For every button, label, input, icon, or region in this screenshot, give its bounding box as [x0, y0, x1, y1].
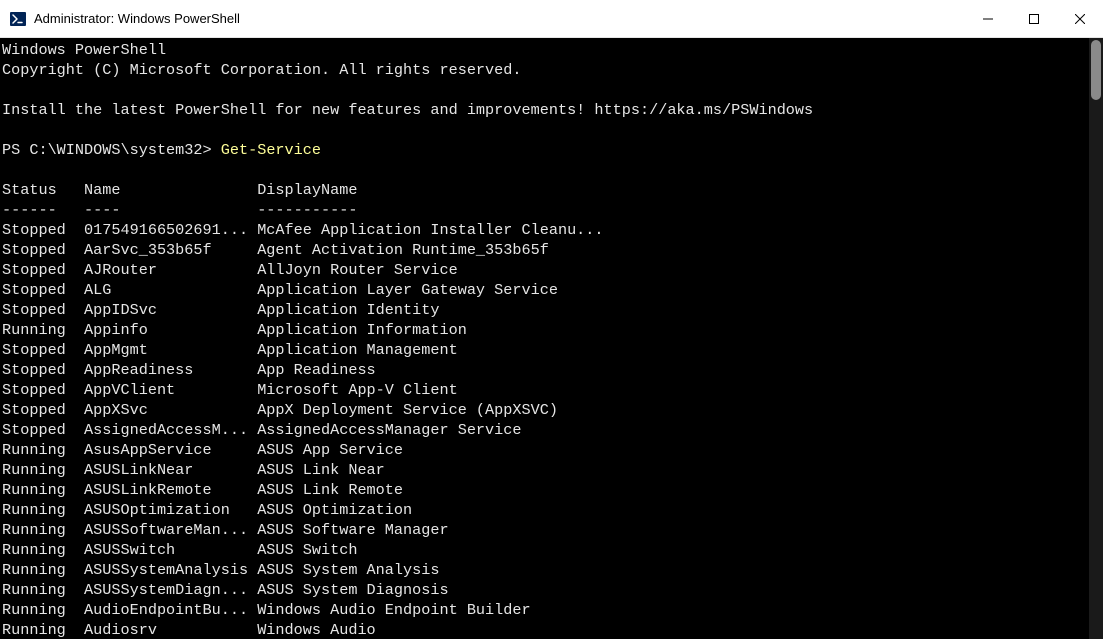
- terminal-line: Stopped AJRouter AllJoyn Router Service: [2, 260, 1101, 280]
- terminal-line: [2, 120, 1101, 140]
- scrollbar-track[interactable]: [1089, 38, 1103, 639]
- maximize-button[interactable]: [1011, 0, 1057, 37]
- terminal-line: Status Name DisplayName: [2, 180, 1101, 200]
- terminal-line: Stopped AppIDSvc Application Identity: [2, 300, 1101, 320]
- terminal-line: Stopped AppXSvc AppX Deployment Service …: [2, 400, 1101, 420]
- terminal-line: Running ASUSSwitch ASUS Switch: [2, 540, 1101, 560]
- terminal-line: Running ASUSSoftwareMan... ASUS Software…: [2, 520, 1101, 540]
- window-controls: [965, 0, 1103, 37]
- terminal-line: PS C:\WINDOWS\system32> Get-Service: [2, 140, 1101, 160]
- terminal-area[interactable]: Windows PowerShellCopyright (C) Microsof…: [0, 38, 1103, 639]
- minimize-button[interactable]: [965, 0, 1011, 37]
- terminal-line: Stopped ALG Application Layer Gateway Se…: [2, 280, 1101, 300]
- scrollbar-thumb[interactable]: [1091, 40, 1101, 100]
- terminal-line: Windows PowerShell: [2, 40, 1101, 60]
- terminal-line: Running ASUSLinkNear ASUS Link Near: [2, 460, 1101, 480]
- terminal-line: [2, 80, 1101, 100]
- window-title: Administrator: Windows PowerShell: [34, 11, 965, 26]
- terminal-line: Running Audiosrv Windows Audio: [2, 620, 1101, 639]
- powershell-icon: [10, 11, 26, 27]
- terminal-line: Running ASUSSystemAnalysis ASUS System A…: [2, 560, 1101, 580]
- terminal-line: Running ASUSLinkRemote ASUS Link Remote: [2, 480, 1101, 500]
- terminal-output[interactable]: Windows PowerShellCopyright (C) Microsof…: [0, 38, 1103, 639]
- close-button[interactable]: [1057, 0, 1103, 37]
- terminal-line: Running Appinfo Application Information: [2, 320, 1101, 340]
- terminal-line: ------ ---- -----------: [2, 200, 1101, 220]
- terminal-line: Stopped AssignedAccessM... AssignedAcces…: [2, 420, 1101, 440]
- terminal-line: Running ASUSOptimization ASUS Optimizati…: [2, 500, 1101, 520]
- titlebar[interactable]: Administrator: Windows PowerShell: [0, 0, 1103, 38]
- terminal-line: Copyright (C) Microsoft Corporation. All…: [2, 60, 1101, 80]
- terminal-line: [2, 160, 1101, 180]
- terminal-line: Running AudioEndpointBu... Windows Audio…: [2, 600, 1101, 620]
- terminal-line: Stopped 017549166502691... McAfee Applic…: [2, 220, 1101, 240]
- terminal-line: Stopped AppMgmt Application Management: [2, 340, 1101, 360]
- terminal-line: Stopped AppReadiness App Readiness: [2, 360, 1101, 380]
- terminal-line: Stopped AarSvc_353b65f Agent Activation …: [2, 240, 1101, 260]
- terminal-line: Running AsusAppService ASUS App Service: [2, 440, 1101, 460]
- terminal-line: Install the latest PowerShell for new fe…: [2, 100, 1101, 120]
- terminal-line: Stopped AppVClient Microsoft App-V Clien…: [2, 380, 1101, 400]
- terminal-line: Running ASUSSystemDiagn... ASUS System D…: [2, 580, 1101, 600]
